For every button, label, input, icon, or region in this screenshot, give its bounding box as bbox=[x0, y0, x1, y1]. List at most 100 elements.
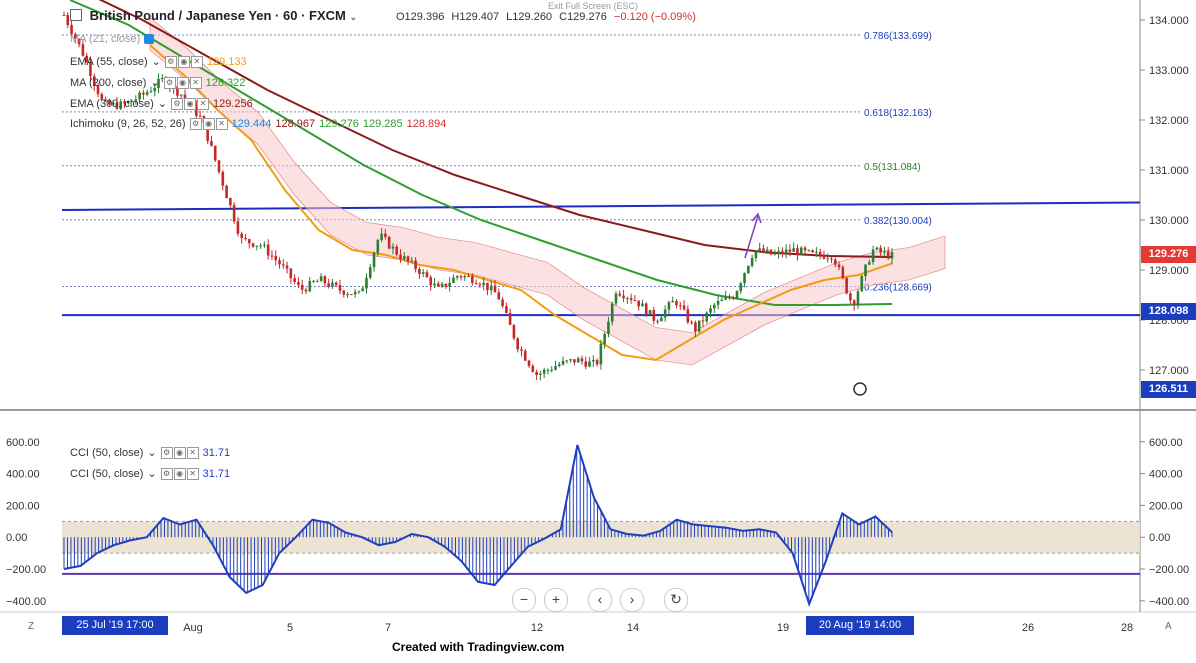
settings-icon[interactable]: ⚙ bbox=[164, 55, 177, 68]
time-tick-label: 28 bbox=[1121, 622, 1133, 634]
candle-body bbox=[516, 338, 519, 350]
candle-body bbox=[637, 300, 640, 307]
legend-ichimoku[interactable]: Ichimoku (9, 26, 52, 26) ⚙ ◉ ✕ 129.444 128… bbox=[70, 118, 446, 130]
candle-body bbox=[380, 233, 383, 241]
exit-fullscreen-hint[interactable]: Exit Full Screen (ESC) bbox=[548, 1, 638, 11]
candle-body bbox=[546, 369, 550, 371]
chevron-down-icon[interactable]: ⌄ bbox=[158, 97, 167, 110]
close-icon[interactable]: ✕ bbox=[190, 55, 203, 68]
candle-body bbox=[376, 240, 380, 253]
low-value: L129.260 bbox=[506, 11, 553, 23]
last-price-tag: 129.276 bbox=[1141, 246, 1196, 263]
cci-tick-label: 400.00 bbox=[1149, 469, 1183, 481]
candle-body bbox=[293, 278, 296, 282]
candle-body bbox=[467, 276, 470, 278]
candle-body bbox=[463, 276, 467, 278]
eye-icon[interactable]: ◉ bbox=[202, 118, 215, 130]
close-icon[interactable]: ✕ bbox=[186, 467, 199, 480]
candle-body bbox=[588, 361, 591, 367]
symbol-title[interactable]: British Pound / Japanese Yen · 60 · FXCM bbox=[90, 8, 346, 23]
candle-body bbox=[240, 233, 243, 238]
time-axis-bg bbox=[62, 614, 1140, 636]
settings-icon[interactable]: ⚙ bbox=[160, 446, 173, 459]
candle-body bbox=[316, 281, 319, 283]
candle-body bbox=[868, 262, 871, 265]
chevron-down-icon[interactable]: ⌄ bbox=[152, 55, 161, 68]
candle-body bbox=[837, 264, 841, 268]
candle-body bbox=[221, 171, 225, 186]
candle-body bbox=[652, 310, 656, 321]
candle-body bbox=[667, 302, 671, 310]
candle-body bbox=[720, 299, 724, 301]
legend-ma200[interactable]: MA (200, close) ⌄ ⚙ ◉ ✕ 128.322 bbox=[70, 76, 245, 89]
candle-body bbox=[784, 249, 788, 255]
close-icon[interactable]: ✕ bbox=[189, 76, 202, 89]
chevron-down-icon[interactable]: ⌄ bbox=[150, 76, 159, 89]
close-icon[interactable]: ✕ bbox=[186, 446, 199, 459]
candle-body bbox=[592, 360, 595, 362]
candle-body bbox=[368, 267, 372, 278]
candle-body bbox=[300, 285, 304, 290]
candle-body bbox=[799, 247, 803, 255]
eye-icon[interactable]: ◉ bbox=[173, 467, 186, 480]
cci-tick-label-left: 200.00 bbox=[6, 500, 40, 512]
candle-body bbox=[285, 265, 289, 269]
close-icon[interactable]: ✕ bbox=[196, 97, 209, 110]
candle-body bbox=[391, 246, 395, 249]
candle-body bbox=[648, 310, 652, 316]
collapse-icon[interactable] bbox=[70, 9, 82, 21]
auto-scale-icon[interactable]: A bbox=[1165, 621, 1172, 632]
candle-body bbox=[319, 276, 323, 282]
price-tick-label: 131.000 bbox=[1149, 165, 1189, 177]
close-icon[interactable]: ✕ bbox=[215, 118, 228, 130]
settings-icon[interactable]: ⚙ bbox=[160, 467, 173, 480]
candle-body bbox=[289, 268, 293, 279]
candle-body bbox=[675, 300, 678, 306]
legend-ema300[interactable]: EMA (300, close) ⌄ ⚙ ◉ ✕ 129.256 bbox=[70, 97, 253, 110]
chevron-down-icon[interactable]: ⌄ bbox=[147, 446, 156, 459]
timezone-icon[interactable]: Z bbox=[28, 621, 34, 632]
candle-body bbox=[353, 291, 357, 295]
change-value: −0.120 (−0.09%) bbox=[613, 11, 696, 23]
candle-body bbox=[448, 282, 451, 287]
candle-body bbox=[501, 299, 504, 307]
chevron-down-icon[interactable]: ⌄ bbox=[147, 467, 156, 480]
symbol-dropdown-icon[interactable]: ⌄ bbox=[349, 12, 357, 22]
candle-body bbox=[452, 277, 455, 283]
eye-icon[interactable]: ◉ bbox=[173, 446, 186, 459]
candle-body bbox=[232, 205, 236, 222]
eye-icon[interactable]: ◉ bbox=[176, 76, 189, 89]
legend-ma21[interactable]: MA (21, close) bbox=[70, 33, 155, 45]
legend-cci-2[interactable]: CCI (50, close) ⌄ ⚙ ◉ ✕ 31.71 bbox=[70, 467, 230, 480]
legend-cci-1[interactable]: CCI (50, close) ⌄ ⚙ ◉ ✕ 31.71 bbox=[70, 446, 230, 459]
candle-body bbox=[633, 300, 637, 302]
visibility-icon[interactable] bbox=[144, 34, 155, 44]
candle-body bbox=[444, 283, 448, 287]
candle-body bbox=[614, 293, 618, 304]
legend-ema55[interactable]: EMA (55, close) ⌄ ⚙ ◉ ✕ 129.133 bbox=[70, 55, 247, 68]
candle-body bbox=[610, 303, 614, 322]
scroll-left-button[interactable]: ‹ bbox=[588, 588, 612, 612]
zoom-out-button[interactable]: − bbox=[512, 588, 536, 612]
high-value: H129.407 bbox=[451, 11, 500, 23]
eye-icon[interactable]: ◉ bbox=[183, 97, 196, 110]
candle-body bbox=[274, 255, 278, 261]
candle-body bbox=[402, 256, 406, 260]
candle-body bbox=[459, 276, 463, 278]
candle-body bbox=[210, 141, 213, 146]
indicator-label: MA (21, close) bbox=[70, 33, 141, 45]
settings-icon[interactable]: ⚙ bbox=[170, 97, 183, 110]
candle-body bbox=[323, 276, 327, 284]
candle-body bbox=[387, 237, 391, 249]
indicator-label: Ichimoku (9, 26, 52, 26) bbox=[70, 118, 186, 130]
candle-body bbox=[508, 312, 512, 325]
settings-icon[interactable]: ⚙ bbox=[189, 118, 202, 130]
settings-icon[interactable]: ⚙ bbox=[163, 76, 176, 89]
candle-body bbox=[686, 309, 690, 323]
reset-chart-button[interactable]: ↻ bbox=[664, 588, 688, 612]
zoom-in-button[interactable]: + bbox=[544, 588, 568, 612]
scroll-right-button[interactable]: › bbox=[620, 588, 644, 612]
candle-body bbox=[429, 277, 433, 286]
candle-body bbox=[890, 252, 894, 259]
eye-icon[interactable]: ◉ bbox=[177, 55, 190, 68]
